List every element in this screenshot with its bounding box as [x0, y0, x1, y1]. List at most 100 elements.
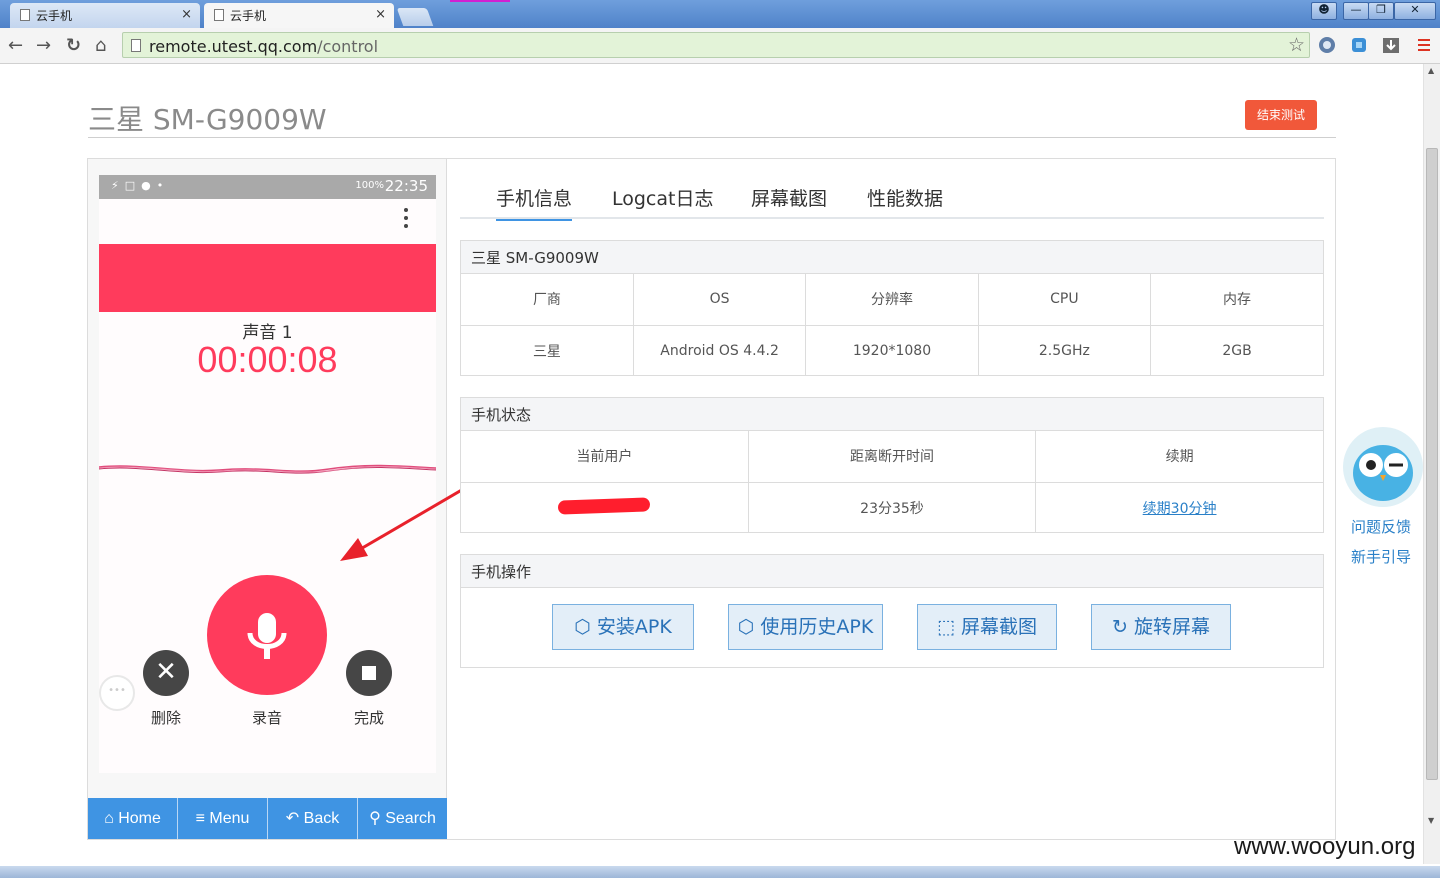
- os-taskbar[interactable]: [0, 866, 1440, 878]
- val-memory: 2GB: [1222, 342, 1252, 359]
- url-text: remote.utest.qq.com/control: [149, 37, 379, 56]
- device-info-box: 三星 SM-G9009W 厂商 OS 分辨率 CPU 内存 三星 Android…: [460, 240, 1324, 376]
- watermark: www.wooyun.org: [1234, 833, 1416, 860]
- val-vendor: 三星: [461, 325, 634, 376]
- info-tabs: 手机信息 Logcat日志 屏幕截图 性能数据: [460, 180, 1324, 221]
- menu-icon[interactable]: [1414, 35, 1434, 55]
- phone-status-bar: ⚡□●• 100% 22:35: [99, 175, 436, 199]
- extension-globe-icon[interactable]: [1317, 35, 1337, 55]
- scroll-up-icon[interactable]: ▲: [1428, 66, 1434, 75]
- phone-ops-header: 手机操作: [461, 555, 1323, 588]
- close-icon[interactable]: ×: [375, 7, 386, 22]
- minimize-button[interactable]: —: [1343, 2, 1369, 20]
- val-os: Android OS 4.4.2: [633, 325, 807, 376]
- extension-puzzle-icon[interactable]: [1349, 35, 1369, 55]
- phone-back-button[interactable]: ↶ Back: [268, 798, 358, 839]
- browser-toolbar: ← → ↻ ⌂ remote.utest.qq.com/control ☆: [0, 28, 1440, 64]
- phone-search-button[interactable]: ⚲ Search: [358, 798, 447, 839]
- install-apk-button[interactable]: ⬡ 安装APK: [552, 604, 694, 650]
- user-icon[interactable]: ☻: [1311, 2, 1337, 20]
- hamburger-icon: ≡: [195, 810, 210, 827]
- scroll-down-icon[interactable]: ▼: [1428, 816, 1434, 825]
- page-icon: [20, 9, 30, 21]
- crop-icon: ⬚: [936, 616, 961, 638]
- browser-tab-1[interactable]: 云手机 ×: [10, 3, 200, 28]
- delete-label: 删除: [150, 709, 181, 727]
- title-divider: [88, 137, 1336, 138]
- stop-icon: [362, 666, 376, 680]
- browser-tab-2[interactable]: 云手机 ×: [204, 3, 394, 28]
- page-scrollbar[interactable]: ▲ ▼: [1423, 64, 1440, 864]
- page-icon: [214, 9, 224, 21]
- title-accent: [450, 0, 510, 2]
- scroll-thumb[interactable]: [1426, 148, 1438, 780]
- feedback-link[interactable]: 问题反馈: [1351, 516, 1411, 537]
- recorder-header-band: [99, 244, 436, 312]
- tab-logcat[interactable]: Logcat日志: [612, 184, 713, 211]
- val-resolution: 1920*1080: [805, 325, 979, 376]
- owl-mascot-icon[interactable]: [1343, 427, 1423, 507]
- rotate-screen-button[interactable]: ↻ 旋转屏幕: [1091, 604, 1231, 650]
- phone-ops-box: 手机操作 ⬡ 安装APK ⬡ 使用历史APK ⬚ 屏幕截图 ↻ 旋转屏幕: [460, 554, 1324, 668]
- rotate-icon: ↻: [1112, 616, 1134, 638]
- floating-bubble[interactable]: •••: [99, 675, 135, 711]
- col-current-user: 当前用户: [461, 431, 749, 483]
- record-button[interactable]: [207, 575, 327, 695]
- window-close-button[interactable]: ✕: [1394, 2, 1436, 20]
- bookmark-star-icon[interactable]: ☆: [1288, 34, 1305, 56]
- history-apk-button[interactable]: ⬡ 使用历史APK: [728, 604, 883, 650]
- val-current-user: [461, 482, 749, 533]
- address-bar[interactable]: remote.utest.qq.com/control ☆: [122, 32, 1310, 58]
- phone-status-box: 手机状态 当前用户 距离断开时间 续期 23分35秒 续期30分钟: [460, 397, 1324, 533]
- phone-home-button[interactable]: ⌂ Home: [88, 798, 178, 839]
- col-cpu: CPU: [978, 274, 1152, 326]
- maximize-button[interactable]: ❐: [1368, 2, 1394, 20]
- tab-performance[interactable]: 性能数据: [867, 184, 943, 211]
- status-icons-left: ⚡□●•: [111, 179, 170, 192]
- back-arrow-icon: ↶: [285, 810, 304, 827]
- package-icon: ⬡: [574, 616, 597, 638]
- col-resolution: 分辨率: [805, 274, 979, 326]
- back-icon[interactable]: ←: [8, 35, 23, 56]
- download-icon[interactable]: [1381, 35, 1401, 55]
- page-icon: [131, 39, 141, 52]
- forward-icon[interactable]: →: [36, 35, 51, 56]
- done-label: 完成: [353, 709, 384, 727]
- col-memory: 内存: [1150, 274, 1323, 326]
- device-info-header: 三星 SM-G9009W: [461, 241, 1323, 274]
- phone-status-header: 手机状态: [461, 398, 1323, 431]
- col-renew: 续期: [1035, 431, 1323, 483]
- new-tab-button[interactable]: [396, 8, 434, 26]
- phone-status-table: 当前用户 距离断开时间 续期 23分35秒 续期30分钟: [461, 431, 1323, 533]
- tab-screenshot[interactable]: 屏幕截图: [751, 184, 827, 211]
- val-disconnect-time: 23分35秒: [748, 482, 1037, 533]
- browser-tab-2-label: 云手机: [230, 9, 267, 23]
- search-icon: ⚲: [369, 810, 386, 827]
- delete-button[interactable]: ✕: [143, 650, 189, 696]
- browser-titlebar: 云手机 × 云手机 × ☻ — ❐ ✕: [0, 0, 1440, 28]
- val-cpu: 2.5GHz: [978, 325, 1152, 376]
- device-info-table: 厂商 OS 分辨率 CPU 内存 三星 Android OS 4.4.2 192…: [461, 274, 1323, 376]
- more-options-icon[interactable]: [404, 208, 408, 232]
- status-time: 22:35: [384, 177, 428, 195]
- screenshot-button[interactable]: ⬚ 屏幕截图: [917, 604, 1057, 650]
- owl-icon: [1353, 445, 1413, 501]
- reload-icon[interactable]: ↻: [66, 35, 81, 56]
- val-renew: 续期30分钟: [1036, 482, 1323, 533]
- browser-tab-1-label: 云手机: [36, 9, 73, 23]
- phone-nav-bar: ⌂ Home ≡ Menu ↶ Back ⚲ Search: [88, 798, 447, 839]
- guide-link[interactable]: 新手引导: [1351, 546, 1411, 567]
- package-icon: ⬡: [737, 616, 761, 638]
- tab-phone-info[interactable]: 手机信息: [496, 184, 573, 221]
- phone-menu-button[interactable]: ≡ Menu: [178, 798, 268, 839]
- col-disconnect-time: 距离断开时间: [748, 431, 1037, 483]
- done-button[interactable]: [346, 650, 392, 696]
- home-icon[interactable]: ⌂: [95, 35, 106, 56]
- col-os: OS: [633, 274, 807, 326]
- home-icon: ⌂: [104, 810, 119, 827]
- close-icon[interactable]: ×: [181, 7, 192, 22]
- record-label: 录音: [251, 709, 282, 727]
- renew-link[interactable]: 续期30分钟: [1143, 501, 1217, 517]
- end-test-button[interactable]: 结束测试: [1245, 100, 1317, 130]
- redaction-mark: [558, 497, 651, 515]
